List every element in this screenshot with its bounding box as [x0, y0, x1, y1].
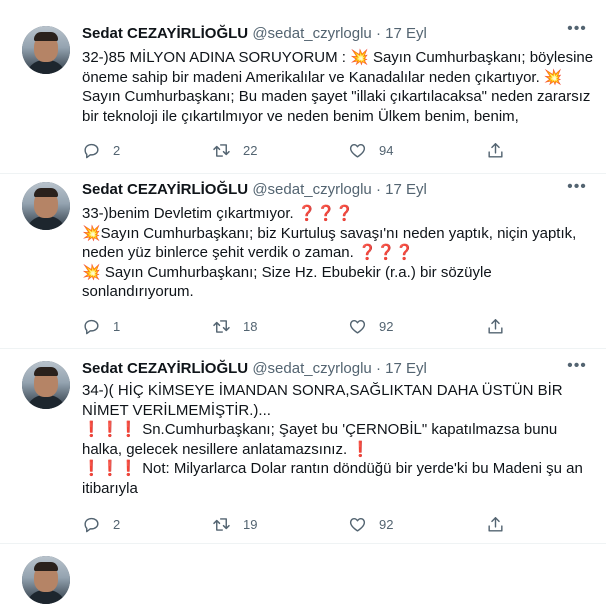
retweet-button[interactable]: 22	[212, 140, 257, 160]
tweet-text-line: 33-)benim Devletim çıkartmıyor. ❓❓❓	[82, 205, 354, 222]
like-button[interactable]: 92	[348, 316, 393, 336]
share-icon	[488, 516, 503, 532]
retweet-count: 18	[243, 318, 258, 334]
separator-dot: ·	[375, 360, 386, 377]
like-button[interactable]: 94	[348, 140, 393, 160]
reply-bubble-icon	[84, 143, 99, 158]
tweet-actions: 2 22 94	[82, 140, 602, 160]
like-button[interactable]: 92	[348, 514, 393, 534]
author-name[interactable]: Sedat CEZAYİRLİOĞLU	[82, 25, 248, 42]
more-horizontal-icon[interactable]: •••	[566, 358, 588, 377]
reply-bubble-icon	[84, 319, 99, 334]
heart-icon	[349, 517, 366, 532]
reply-count: 2	[113, 142, 121, 158]
tweet-text-line: halka, gelecek nesillere anlatamazsınız.…	[82, 440, 370, 458]
tweet-text-line: itibarıyla	[82, 479, 138, 497]
tweet-header: Sedat CEZAYİRLİOĞLU @sedat_czyrloglu · 1…	[82, 359, 427, 379]
more-horizontal-icon[interactable]: •••	[566, 21, 588, 40]
retweet-count: 19	[243, 516, 258, 532]
retweet-icon	[213, 143, 230, 157]
tweet-text-line: neden yüz binlerce şehit verdik o zaman.…	[82, 244, 415, 261]
retweet-button[interactable]: 19	[212, 514, 257, 534]
tweet-text-line: NİMET VERİLMEMİŞTİR.)...	[82, 401, 271, 419]
tweet-date[interactable]: 17 Eyl	[385, 181, 427, 198]
author-avatar[interactable]	[22, 182, 70, 230]
reply-count: 1	[113, 318, 121, 334]
author-handle[interactable]: @sedat_czyrloglu	[252, 181, 371, 198]
share-button[interactable]	[486, 514, 505, 534]
author-avatar[interactable]	[22, 556, 70, 604]
tweet-text-line: öneme sahip bir madeni Amerikalılar ve K…	[82, 68, 563, 86]
author-name[interactable]: Sedat CEZAYİRLİOĞLU	[82, 181, 248, 198]
tweet-text: 34-)( HİÇ KİMSEYE İMANDAN SONRA,SAĞLIKTA…	[82, 381, 583, 498]
separator-dot: ·	[375, 25, 386, 42]
tweet-date[interactable]: 17 Eyl	[385, 360, 427, 377]
tweet-text-line: 34-)( HİÇ KİMSEYE İMANDAN SONRA,SAĞLIKTA…	[82, 382, 563, 399]
author-avatar[interactable]	[22, 361, 70, 409]
tweet-1[interactable]: Sedat CEZAYİRLİOĞLU @sedat_czyrloglu · 1…	[0, 0, 606, 174]
retweet-button[interactable]: 18	[212, 316, 257, 336]
share-icon	[488, 142, 503, 158]
author-handle[interactable]: @sedat_czyrloglu	[252, 360, 371, 377]
reply-button[interactable]: 1	[82, 316, 120, 336]
author-name[interactable]: Sedat CEZAYİRLİOĞLU	[82, 360, 248, 377]
heart-icon	[349, 143, 366, 158]
tweet-3[interactable]: Sedat CEZAYİRLİOĞLU @sedat_czyrloglu · 1…	[0, 349, 606, 544]
separator-dot: ·	[375, 181, 386, 198]
author-handle[interactable]: @sedat_czyrloglu	[252, 25, 371, 42]
tweet-text-line: ❗❗❗ Not: Milyarlarca Dolar rantın döndüğ…	[82, 460, 583, 477]
more-horizontal-icon[interactable]: •••	[566, 179, 588, 198]
tweet-text-line: 💥 Sayın Cumhurbaşkanı; Size Hz. Ebubekir…	[82, 263, 492, 281]
tweet-2[interactable]: Sedat CEZAYİRLİOĞLU @sedat_czyrloglu · 1…	[0, 174, 606, 349]
tweet-text-line: Sayın Cumhurbaşkanı; Bu maden şayet "ill…	[82, 88, 591, 105]
share-icon	[488, 318, 503, 334]
tweet-text: 32-)85 MİLYON ADINA SORUYORUM : 💥 Sayın …	[82, 48, 593, 126]
author-avatar[interactable]	[22, 26, 70, 74]
tweet-text-line: bir teknoloji ile çıkartılmıyor ve neden…	[82, 107, 519, 125]
retweet-icon	[213, 517, 230, 531]
reply-bubble-icon	[84, 517, 99, 532]
tweet-4-partial[interactable]	[0, 544, 606, 604]
retweet-icon	[213, 319, 230, 333]
tweet-text-line: 32-)85 MİLYON ADINA SORUYORUM : 💥 Sayın …	[82, 49, 594, 66]
tweet-actions: 1 18 92	[82, 316, 602, 336]
reply-button[interactable]: 2	[82, 140, 120, 160]
reply-count: 2	[113, 516, 121, 532]
tweet-text: 33-)benim Devletim çıkartmıyor. ❓❓❓ 💥Say…	[82, 204, 576, 302]
tweet-text-line: 💥Sayın Cumhurbaşkanı; biz Kurtuluş savaş…	[82, 224, 577, 242]
like-count: 92	[379, 516, 394, 532]
like-count: 92	[379, 318, 394, 334]
tweet-header: Sedat CEZAYİRLİOĞLU @sedat_czyrloglu · 1…	[82, 24, 427, 44]
tweet-text-line: sonlandırıyorum.	[82, 283, 194, 300]
share-button[interactable]	[486, 140, 505, 160]
heart-icon	[349, 319, 366, 334]
tweet-header: Sedat CEZAYİRLİOĞLU @sedat_czyrloglu · 1…	[82, 180, 427, 200]
tweet-text-line: ❗❗❗ Sn.Cumhurbaşkanı; Şayet bu 'ÇERNOBİL…	[82, 421, 558, 438]
retweet-count: 22	[243, 142, 258, 158]
like-count: 94	[379, 142, 394, 158]
tweet-date[interactable]: 17 Eyl	[385, 25, 427, 42]
reply-button[interactable]: 2	[82, 514, 120, 534]
tweet-actions: 2 19 92	[82, 514, 602, 534]
share-button[interactable]	[486, 316, 505, 336]
